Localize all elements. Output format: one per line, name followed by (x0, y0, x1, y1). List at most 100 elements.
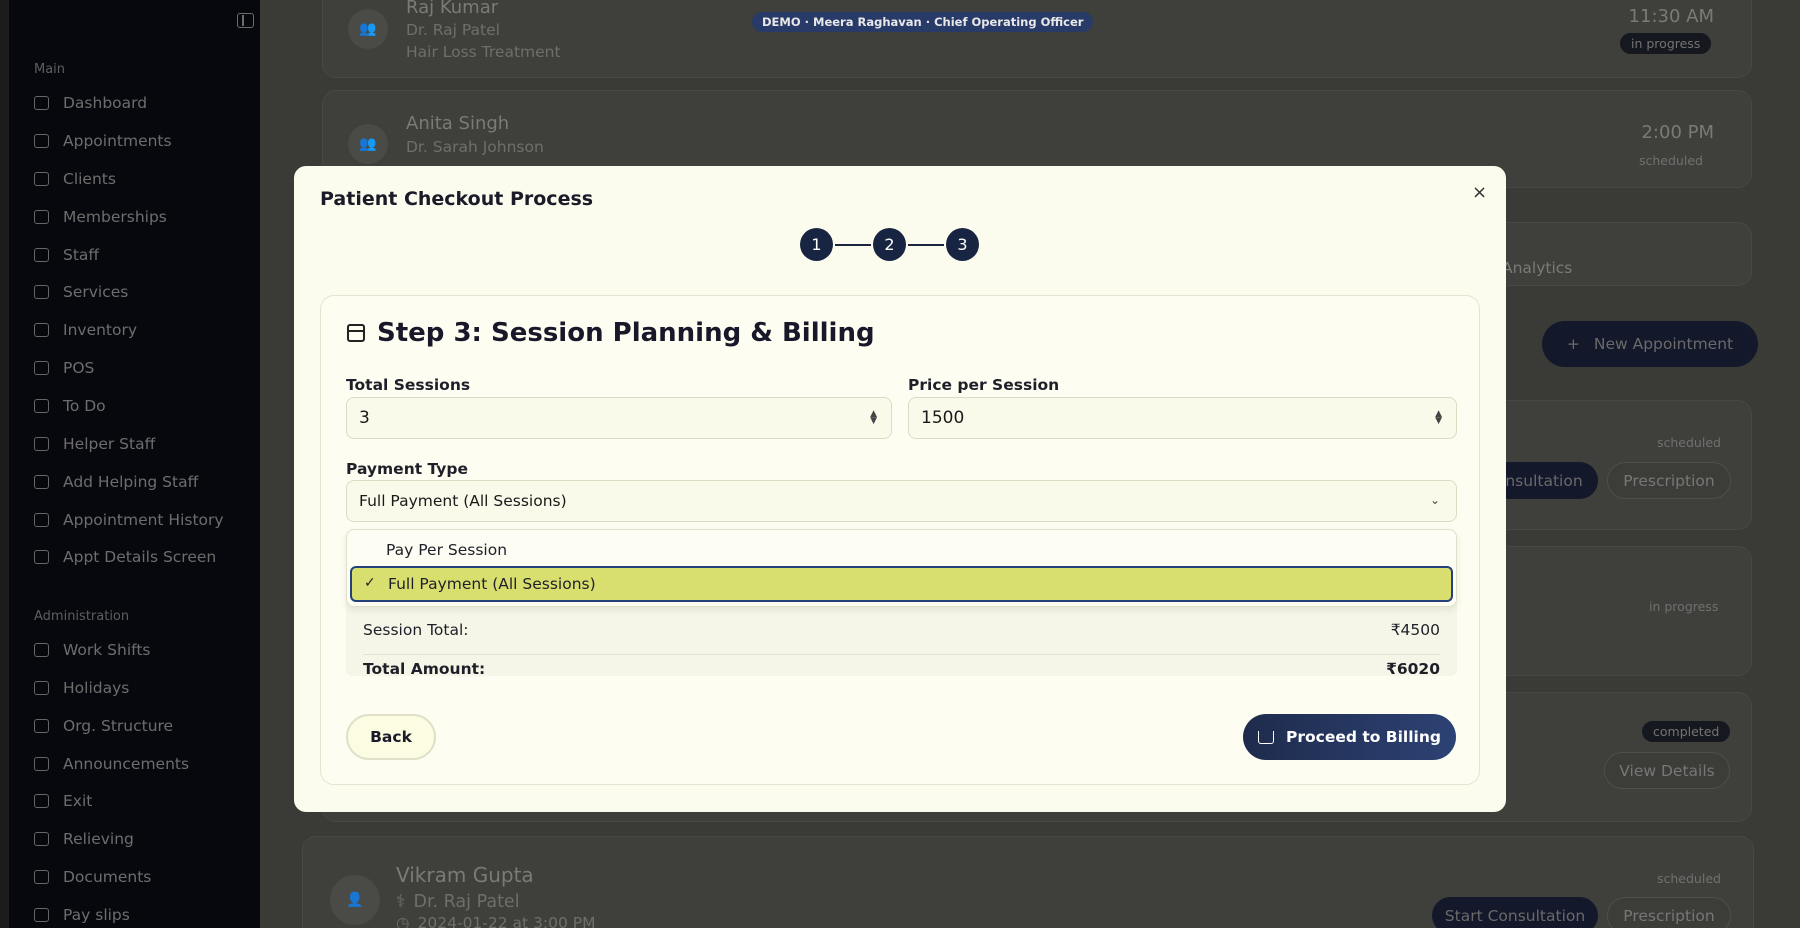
appointment-time: 2:00 PM (1641, 122, 1714, 143)
sidebar-item-holidays[interactable]: Holidays (34, 676, 129, 700)
status-badge: scheduled (1639, 153, 1703, 168)
patient-name: Raj Kumar (406, 0, 499, 18)
view-details-button[interactable]: View Details (1604, 752, 1730, 789)
step-1: 1 (800, 228, 833, 261)
payment-type-label: Payment Type (346, 460, 468, 478)
modal-title: Patient Checkout Process (320, 188, 594, 210)
payment-type-dropdown: Pay Per Session ✓ Full Payment (All Sess… (346, 529, 1457, 607)
patient-name: Anita Singh (406, 113, 510, 134)
clock-icon (34, 643, 49, 657)
cart-icon (1257, 730, 1274, 744)
close-icon[interactable]: × (1472, 182, 1487, 203)
sidebar-section-administration: Administration (34, 609, 130, 624)
prescription-button[interactable]: Prescription (1607, 897, 1731, 928)
new-appointment-button[interactable]: + New Appointment (1542, 321, 1758, 367)
stepper: 1 2 3 (800, 228, 979, 261)
price-per-session-label: Price per Session (908, 376, 1060, 394)
back-button[interactable]: Back (346, 714, 436, 760)
spinner-icon[interactable]: ▲ ▼ (1435, 410, 1442, 426)
sidebar-item-staff[interactable]: Staff (34, 243, 99, 267)
plus-icon: + (1566, 335, 1580, 353)
session-total-row: Session Total: ₹4500 (363, 621, 1440, 639)
stethoscope-icon: ⚕ (396, 892, 406, 912)
users-icon (34, 475, 49, 489)
sidebar-item-org-structure[interactable]: Org. Structure (34, 714, 173, 738)
sidebar-item-documents[interactable]: Documents (34, 865, 151, 889)
sidebar-item-clients[interactable]: Clients (34, 167, 116, 191)
divider (363, 654, 1440, 655)
start-consultation-button[interactable]: Start Consultation (1432, 897, 1598, 928)
document-icon (34, 832, 49, 846)
proceed-to-billing-button[interactable]: Proceed to Billing (1243, 714, 1456, 760)
megaphone-icon (34, 757, 49, 771)
prescription-button[interactable]: Prescription (1607, 462, 1731, 499)
user-icon (34, 437, 49, 451)
patient-name: Vikram Gupta (396, 863, 534, 887)
demo-banner: DEMO · Meera Raghavan · Chief Operating … (752, 12, 1094, 32)
step-2: 2 (873, 228, 906, 261)
sidebar-item-inventory[interactable]: Inventory (34, 318, 137, 342)
box-icon (34, 323, 49, 337)
price-per-session-input[interactable]: 1500 ▲ ▼ (908, 397, 1457, 439)
checkout-modal: Patient Checkout Process × 1 2 3 Step 3:… (294, 166, 1506, 812)
step-connector (908, 243, 944, 246)
sidebar: Main Dashboard Appointments Clients Memb… (0, 0, 260, 928)
sidebar-item-appointments[interactable]: Appointments (34, 129, 172, 153)
appointment-time: 11:30 AM (1628, 6, 1714, 27)
history-icon (34, 513, 49, 527)
receipt-icon (34, 908, 49, 922)
chevron-down-icon: ⌄ (1429, 493, 1440, 507)
sidebar-item-dashboard[interactable]: Dashboard (34, 91, 147, 115)
option-full-payment[interactable]: ✓ Full Payment (All Sessions) (350, 566, 1453, 602)
spinner-icon[interactable]: ▲ ▼ (870, 410, 877, 426)
sidebar-item-pos[interactable]: POS (34, 356, 94, 380)
status-badge: scheduled (1657, 871, 1721, 886)
document-icon (34, 550, 49, 564)
users-icon: 👥 (348, 124, 388, 164)
service-name: Hair Loss Treatment (406, 43, 561, 61)
sidebar-toggle-icon[interactable] (237, 13, 254, 28)
list-check-icon (34, 285, 49, 299)
start-consultation-button[interactable]: nsultation (1490, 462, 1598, 499)
org-icon (34, 719, 49, 733)
user-icon (34, 248, 49, 262)
sidebar-item-work-shifts[interactable]: Work Shifts (34, 638, 150, 662)
sidebar-item-memberships[interactable]: Memberships (34, 205, 167, 229)
status-badge: in progress (1620, 33, 1712, 54)
status-badge: completed (1642, 721, 1731, 742)
sidebar-item-helper-staff[interactable]: Helper Staff (34, 432, 155, 456)
sidebar-item-exit[interactable]: Exit (34, 789, 92, 813)
checkbox-icon (34, 399, 49, 413)
payment-type-select[interactable]: Full Payment (All Sessions) ⌄ (346, 480, 1457, 522)
users-icon (34, 172, 49, 186)
check-icon: ✓ (364, 575, 376, 591)
sidebar-item-todo[interactable]: To Do (34, 394, 106, 418)
calendar-icon (347, 324, 365, 342)
calendar-icon (34, 134, 49, 148)
dashboard-icon (34, 96, 49, 110)
sidebar-item-services[interactable]: Services (34, 280, 128, 304)
status-badge: in progress (1649, 599, 1719, 614)
total-sessions-input[interactable]: 3 ▲ ▼ (346, 397, 892, 439)
clock-icon: ◷ (396, 914, 410, 928)
total-amount-row: Total Amount: ₹6020 (363, 660, 1440, 678)
total-sessions-label: Total Sessions (346, 376, 471, 394)
sidebar-item-appt-details[interactable]: Appt Details Screen (34, 545, 216, 569)
users-icon: 👥 (348, 9, 388, 49)
step-3: 3 (946, 228, 979, 261)
sidebar-item-appointment-history[interactable]: Appointment History (34, 508, 224, 532)
tab-analytics[interactable]: Analytics (1502, 259, 1572, 277)
folder-icon (34, 870, 49, 884)
doctor-name: Dr. Sarah Johnson (406, 138, 544, 156)
cart-icon (34, 361, 49, 375)
sidebar-item-announcements[interactable]: Announcements (34, 752, 189, 776)
appointment-date: ◷ 2024-01-22 at 3:00 PM (396, 914, 596, 928)
step-connector (835, 243, 871, 246)
doctor-name: Dr. Raj Patel (406, 21, 500, 39)
exit-icon (34, 794, 49, 808)
option-pay-per-session[interactable]: Pay Per Session (350, 532, 1453, 568)
sidebar-item-add-helping-staff[interactable]: Add Helping Staff (34, 470, 198, 494)
doctor-name: ⚕ Dr. Raj Patel (396, 892, 520, 912)
sidebar-item-relieving[interactable]: Relieving (34, 827, 134, 851)
sidebar-item-pay-slips[interactable]: Pay slips (34, 903, 130, 927)
